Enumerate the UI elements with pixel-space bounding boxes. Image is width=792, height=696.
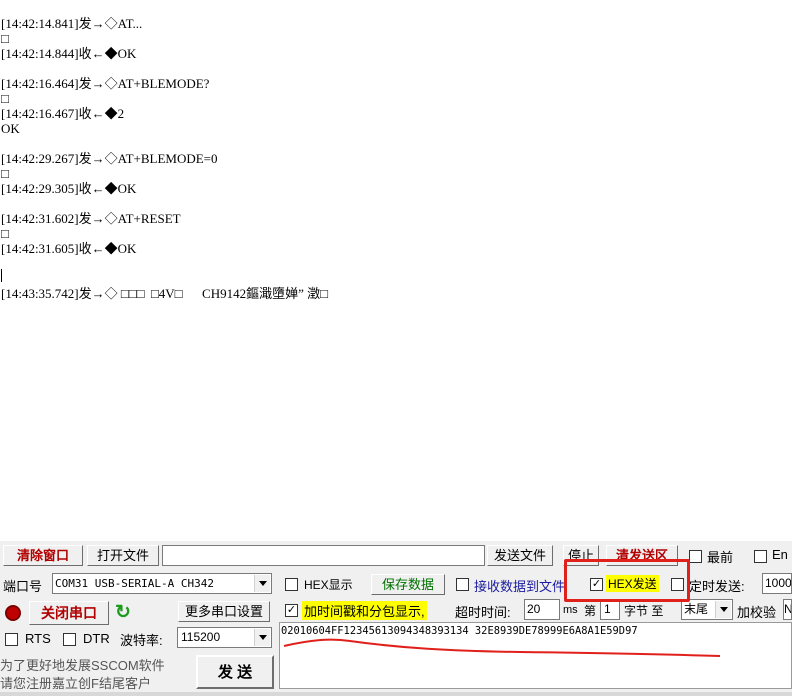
promo-line-1: 为了更好地发展SSCOM软件 [0,658,165,673]
byte-index-prefix: 第 [584,604,597,618]
log-line: [14:42:16.467]收←◆2 [1,106,125,121]
log-line: □ [1,166,9,181]
dtr-label: DTR [83,631,110,646]
annotation-underline [283,638,721,657]
status-bar [0,692,792,696]
log-line: □ [1,91,9,106]
ms-label: ms [563,604,578,616]
port-select[interactable]: COM31 USB-SERIAL-A CH342 [52,573,272,594]
save-data-button[interactable]: 保存数据 [371,574,445,595]
file-path-input[interactable] [162,545,485,566]
log-line: OK [1,121,20,136]
open-file-button[interactable]: 打开文件 [87,545,159,566]
send-button[interactable]: 发 送 [196,655,274,689]
last-checkbox[interactable] [689,550,702,563]
highlight-box [564,559,690,602]
log-line: [14:42:31.602]发→◇AT+RESET [1,211,181,226]
recv-to-file-checkbox[interactable] [456,578,469,591]
log-line: □ [1,226,9,241]
hex-display-label: HEX显示 [304,578,353,592]
en-label: En [772,547,788,562]
hex-display-checkbox[interactable] [285,578,298,591]
en-checkbox[interactable] [754,550,767,563]
timeout-label: 超时时间: [455,605,511,620]
checksum-select[interactable]: N [783,599,792,620]
end-select-value: 末尾 [684,602,709,616]
log-line: [14:42:14.841]发→◇AT... [1,16,143,31]
text-caret [1,269,2,282]
more-port-settings-button[interactable]: 更多串口设置 [178,601,270,622]
port-value: COM31 USB-SERIAL-A CH342 [55,577,214,590]
timeout-input[interactable]: 20 [524,599,560,620]
send-file-button[interactable]: 发送文件 [487,545,553,566]
baud-label: 波特率: [120,633,163,648]
port-status-icon [5,605,21,621]
checksum-label: 加校验 [737,605,777,620]
log-line: □ [1,31,9,46]
timed-interval-input[interactable]: 1000 [762,573,792,594]
chevron-down-icon [254,575,270,592]
close-port-button[interactable]: 关闭串口 [29,601,109,625]
recv-to-file-label: 接收数据到文件 [474,579,566,594]
port-label: 端口号 [3,579,43,594]
timed-send-label: 定时发送: [689,579,745,594]
timestamp-label: 加时间戳和分包显示, [302,601,427,620]
log-line: [14:42:16.464]发→◇AT+BLEMODE? [1,76,210,91]
log-line: [14:42:14.844]收←◆OK [1,46,137,61]
end-select[interactable]: 末尾 [681,599,733,620]
byte-range-label: 字节 至 [624,604,664,618]
baud-value: 115200 [181,630,221,644]
clear-window-button[interactable]: 清除窗口 [3,545,83,566]
byte-start-input[interactable]: 1 [600,599,620,620]
receive-log-area[interactable]: [14:42:14.841]发→◇AT... □ [14:42:14.844]收… [0,0,792,541]
last-label: 最前 [707,550,734,565]
log-line: [14:42:29.267]发→◇AT+BLEMODE=0 [1,151,218,166]
timestamp-checkbox[interactable]: ✓ [285,604,298,617]
chevron-down-icon [254,629,270,646]
refresh-icon[interactable]: ↻ [115,602,135,624]
promo-line-2: 请您注册嘉立创F结尾客户 [0,676,151,691]
log-line: [14:42:31.605]收←◆OK [1,241,137,256]
rts-label: RTS [25,631,51,646]
log-line: [14:43:35.742]发→◇ □□□ □4V□ CH9142鏂濈墮婵” 澂… [1,286,328,301]
dtr-checkbox[interactable] [63,633,76,646]
rts-checkbox[interactable] [5,633,18,646]
log-line: [14:42:29.305]收←◆OK [1,181,137,196]
baud-select[interactable]: 115200 [177,627,272,648]
chevron-down-icon [715,601,731,618]
